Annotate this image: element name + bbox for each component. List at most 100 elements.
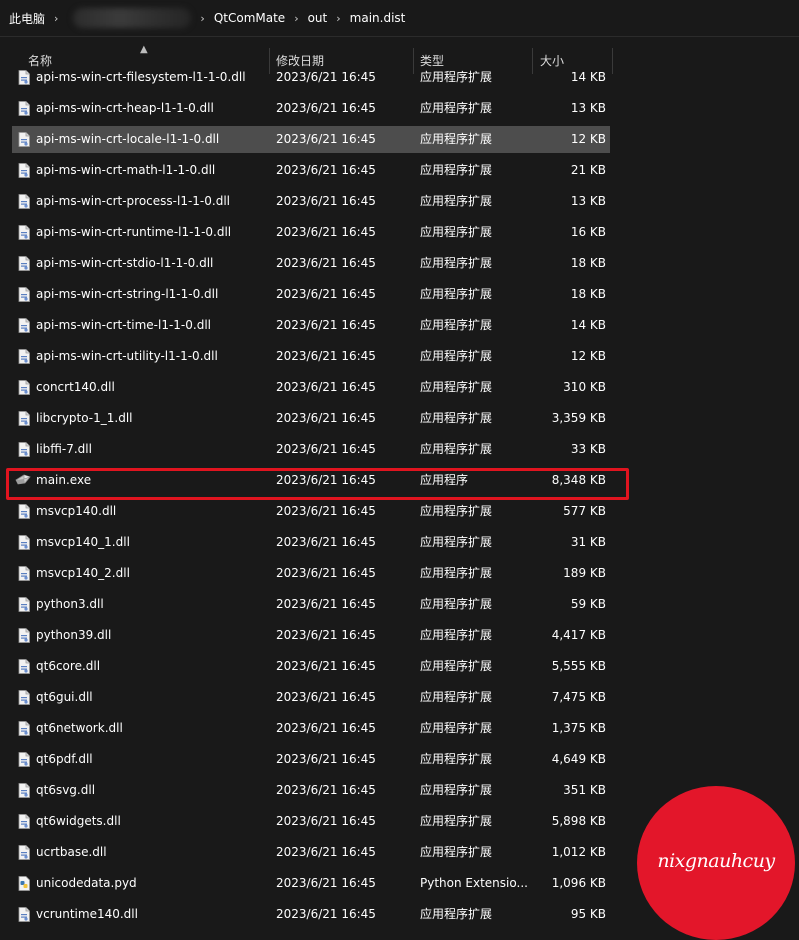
watermark-stamp: nixgnauhcuy [637, 786, 795, 940]
file-name: qt6widgets.dll [36, 814, 121, 828]
file-row[interactable]: qt6gui.dll 2023/6/21 16:45 应用程序扩展 7,475 KB [12, 684, 610, 711]
file-name: api-ms-win-crt-runtime-l1-1-0.dll [36, 225, 232, 239]
file-type: 应用程序扩展 [420, 380, 493, 394]
file-date: 2023/6/21 16:45 [276, 783, 376, 797]
file-row[interactable]: libffi-7.dll 2023/6/21 16:45 应用程序扩展 33 KB [12, 436, 610, 463]
file-name: msvcp140.dll [36, 504, 117, 518]
file-row[interactable]: api-ms-win-crt-process-l1-1-0.dll 2023/6/… [12, 188, 610, 215]
file-name: qt6gui.dll [36, 690, 93, 704]
file-date: 2023/6/21 16:45 [276, 504, 376, 518]
file-date: 2023/6/21 16:45 [276, 349, 376, 363]
file-row[interactable]: python39.dll 2023/6/21 16:45 应用程序扩展 4,417 K… [12, 622, 610, 649]
file-row[interactable]: api-ms-win-crt-time-l1-1-0.dll 2023/6/21 … [12, 312, 610, 339]
file-date: 2023/6/21 16:45 [276, 380, 376, 394]
file-type: 应用程序扩展 [420, 70, 493, 84]
breadcrumb-segment[interactable]: out [308, 11, 328, 25]
file-size: 7,475 KB [551, 690, 606, 704]
column-divider[interactable] [612, 48, 613, 74]
file-size: 95 KB [570, 907, 606, 921]
file-date: 2023/6/21 16:45 [276, 845, 376, 859]
chevron-right-icon[interactable]: › [336, 12, 340, 25]
file-size: 14 KB [570, 70, 606, 84]
file-size: 12 KB [570, 349, 606, 363]
file-date: 2023/6/21 16:45 [276, 721, 376, 735]
file-row[interactable]: api-ms-win-crt-stdio-l1-1-0.dll 2023/6/21… [12, 250, 610, 277]
file-row[interactable]: api-ms-win-crt-runtime-l1-1-0.dll 2023/6/… [12, 219, 610, 246]
file-name: python39.dll [36, 628, 112, 642]
file-type: 应用程序扩展 [420, 349, 493, 363]
file-date: 2023/6/21 16:45 [276, 752, 376, 766]
chevron-right-icon[interactable]: › [294, 12, 298, 25]
file-row[interactable]: msvcp140.dll 2023/6/21 16:45 应用程序扩展 577 KB [12, 498, 610, 525]
file-name: msvcp140_2.dll [36, 566, 130, 580]
file-name: vcruntime140.dll [36, 907, 138, 921]
file-row[interactable]: api-ms-win-crt-filesystem-l1-1-0.dll 2023… [12, 64, 610, 91]
file-row[interactable]: vcruntime140.dll 2023/6/21 16:45 应用程序扩展 95 … [12, 901, 610, 928]
file-size: 1,012 KB [551, 845, 606, 859]
file-name: api-ms-win-crt-filesystem-l1-1-0.dll [36, 70, 246, 84]
file-size: 33 KB [570, 442, 606, 456]
file-row[interactable]: qt6widgets.dll 2023/6/21 16:45 应用程序扩展 5,898… [12, 808, 610, 835]
file-row[interactable]: python3.dll 2023/6/21 16:45 应用程序扩展 59 KB [12, 591, 610, 618]
file-row[interactable]: msvcp140_1.dll 2023/6/21 16:45 应用程序扩展 31 KB [12, 529, 610, 556]
file-row[interactable]: qt6svg.dll 2023/6/21 16:45 应用程序扩展 351 KB [12, 777, 610, 804]
file-row[interactable]: ucrtbase.dll 2023/6/21 16:45 应用程序扩展 1,012 K… [12, 839, 610, 866]
file-date: 2023/6/21 16:45 [276, 70, 376, 84]
file-date: 2023/6/21 16:45 [276, 318, 376, 332]
file-size: 18 KB [570, 287, 606, 301]
file-type: 应用程序扩展 [420, 132, 493, 146]
file-name: msvcp140_1.dll [36, 535, 130, 549]
chevron-right-icon[interactable]: › [200, 12, 204, 25]
file-row[interactable]: libcrypto-1_1.dll 2023/6/21 16:45 应用程序扩展 3,… [12, 405, 610, 432]
file-date: 2023/6/21 16:45 [276, 566, 376, 580]
file-row[interactable]: concrt140.dll 2023/6/21 16:45 应用程序扩展 310 KB [12, 374, 610, 401]
file-row[interactable]: api-ms-win-crt-utility-l1-1-0.dll 2023/6/… [12, 343, 610, 370]
file-date: 2023/6/21 16:45 [276, 814, 376, 828]
file-date: 2023/6/21 16:45 [276, 535, 376, 549]
file-size: 18 KB [570, 256, 606, 270]
file-size: 310 KB [563, 380, 606, 394]
file-row[interactable]: qt6pdf.dll 2023/6/21 16:45 应用程序扩展 4,649 KB [12, 746, 610, 773]
file-size: 1,375 KB [551, 721, 606, 735]
file-size: 31 KB [570, 535, 606, 549]
file-date: 2023/6/21 16:45 [276, 442, 376, 456]
file-type: 应用程序扩展 [420, 628, 493, 642]
file-date: 2023/6/21 16:45 [276, 163, 376, 177]
file-name: api-ms-win-crt-time-l1-1-0.dll [36, 318, 211, 332]
file-type: 应用程序扩展 [420, 318, 493, 332]
file-row[interactable]: qt6core.dll 2023/6/21 16:45 应用程序扩展 5,555 KB [12, 653, 610, 680]
file-size: 13 KB [570, 194, 606, 208]
file-row[interactable]: qt6network.dll 2023/6/21 16:45 应用程序扩展 1,375… [12, 715, 610, 742]
file-date: 2023/6/21 16:45 [276, 876, 376, 890]
file-type: 应用程序扩展 [420, 690, 493, 704]
file-row[interactable]: api-ms-win-crt-math-l1-1-0.dll 2023/6/21 … [12, 157, 610, 184]
file-size: 16 KB [570, 225, 606, 239]
file-size: 5,898 KB [551, 814, 606, 828]
file-row[interactable]: api-ms-win-crt-locale-l1-1-0.dll 2023/6/2… [12, 126, 610, 153]
file-size: 4,417 KB [551, 628, 606, 642]
file-name: qt6svg.dll [36, 783, 96, 797]
file-name: api-ms-win-crt-utility-l1-1-0.dll [36, 349, 218, 363]
file-size: 14 KB [570, 318, 606, 332]
file-row[interactable]: msvcp140_2.dll 2023/6/21 16:45 应用程序扩展 189 K… [12, 560, 610, 587]
file-size: 21 KB [570, 163, 606, 177]
file-type: 应用程序扩展 [420, 597, 493, 611]
file-type: Python Extensio... [420, 876, 528, 890]
file-name: concrt140.dll [36, 380, 115, 394]
file-name: libffi-7.dll [36, 442, 92, 456]
file-name: qt6core.dll [36, 659, 101, 673]
file-row[interactable]: unicodedata.pyd 2023/6/21 16:45 Python Ext… [12, 870, 610, 897]
file-size: 12 KB [570, 132, 606, 146]
file-row[interactable]: api-ms-win-crt-string-l1-1-0.dll 2023/6/2… [12, 281, 610, 308]
chevron-right-icon[interactable]: › [54, 12, 58, 25]
file-row[interactable]: api-ms-win-crt-heap-l1-1-0.dll 2023/6/21 … [12, 95, 610, 122]
breadcrumb-segment[interactable]: QtComMate [214, 11, 285, 25]
file-type: 应用程序扩展 [420, 566, 493, 580]
breadcrumb-this-pc[interactable]: 此电脑 [9, 10, 45, 27]
file-type: 应用程序扩展 [420, 535, 493, 549]
breadcrumb-segment[interactable]: main.dist [350, 11, 406, 25]
file-date: 2023/6/21 16:45 [276, 690, 376, 704]
highlight-box [6, 468, 629, 500]
file-type: 应用程序扩展 [420, 225, 493, 239]
file-name: api-ms-win-crt-locale-l1-1-0.dll [36, 132, 220, 146]
